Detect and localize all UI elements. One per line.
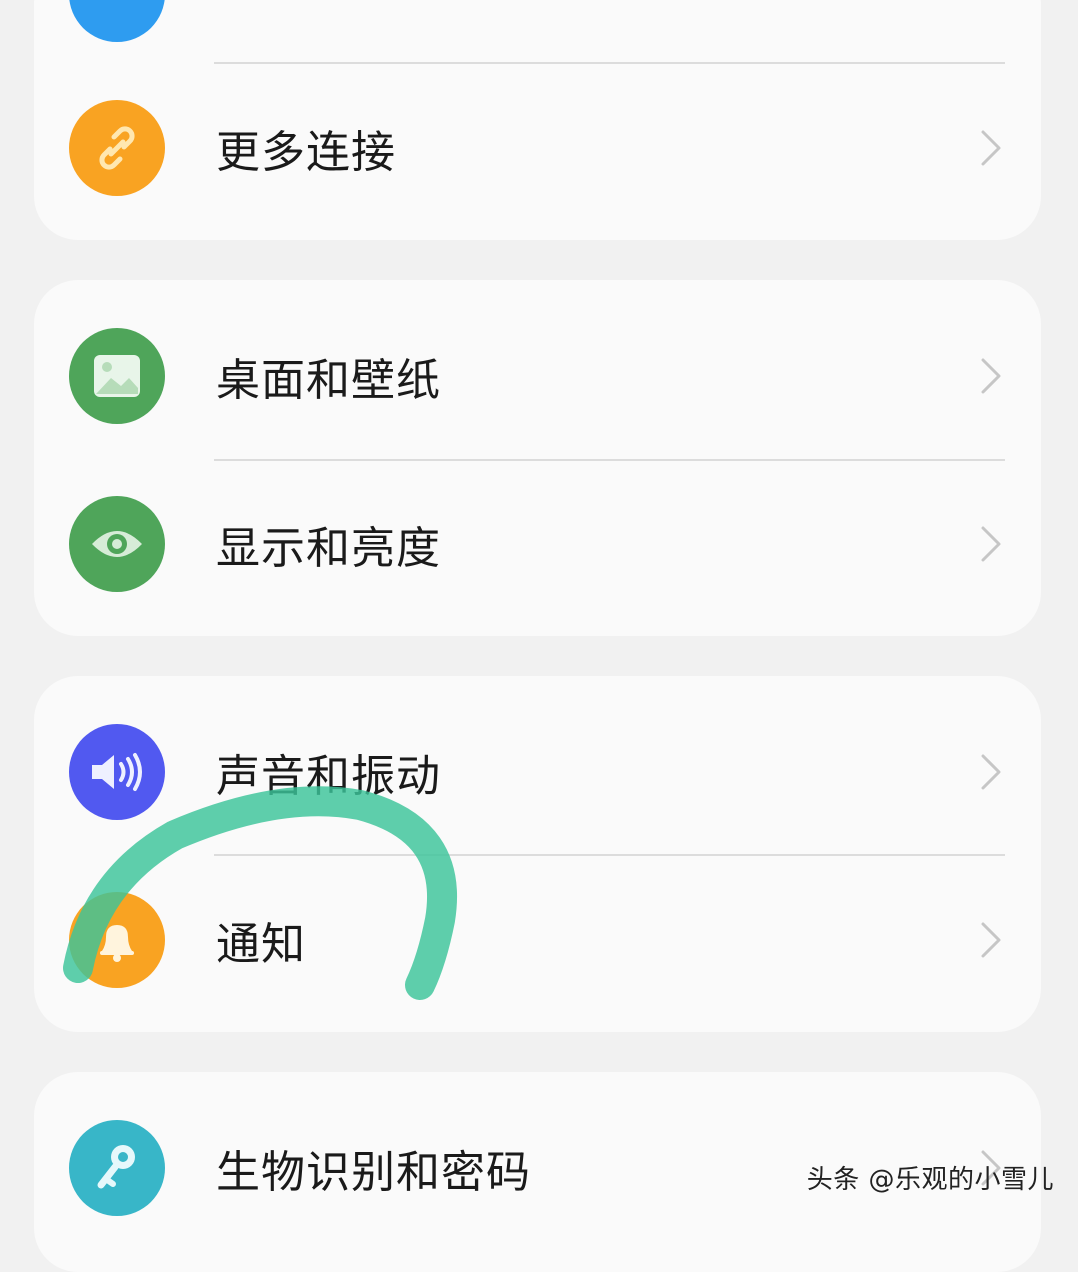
chevron-right-icon: [981, 358, 1001, 394]
chevron-right-icon: [981, 526, 1001, 562]
chevron-right-icon: [981, 130, 1001, 166]
bell-icon: [69, 892, 165, 988]
watermark-text: 头条 @乐观的小雪儿: [806, 1165, 1054, 1195]
chevron-right-icon: [981, 754, 1001, 790]
settings-row-display-brightness[interactable]: 显示和亮度: [34, 460, 1041, 628]
chevron-right-icon: [981, 922, 1001, 958]
key-icon: [69, 1120, 165, 1216]
settings-row-notifications[interactable]: 通知: [34, 856, 1041, 1024]
settings-card-connections: 更多连接: [34, 0, 1041, 240]
sound-vibration-label: 声音和振动: [216, 751, 441, 802]
link-icon: [69, 100, 165, 196]
wifi-icon: [69, 0, 165, 42]
image-icon: [69, 328, 165, 424]
settings-card-sound: 声音和振动 通知: [34, 676, 1041, 1032]
settings-row-desktop-wallpaper[interactable]: 桌面和壁纸: [34, 292, 1041, 460]
speaker-icon: [69, 724, 165, 820]
biometrics-password-label: 生物识别和密码: [216, 1147, 531, 1198]
desktop-wallpaper-label: 桌面和壁纸: [216, 355, 441, 406]
settings-row-more-connections[interactable]: 更多连接: [34, 64, 1041, 232]
more-connections-label: 更多连接: [216, 127, 396, 178]
notifications-label: 通知: [216, 919, 306, 970]
settings-card-display: 桌面和壁纸 显示和亮度: [34, 280, 1041, 636]
display-brightness-label: 显示和亮度: [216, 523, 441, 574]
eye-icon: [69, 496, 165, 592]
settings-row-sound-vibration[interactable]: 声音和振动: [34, 688, 1041, 856]
